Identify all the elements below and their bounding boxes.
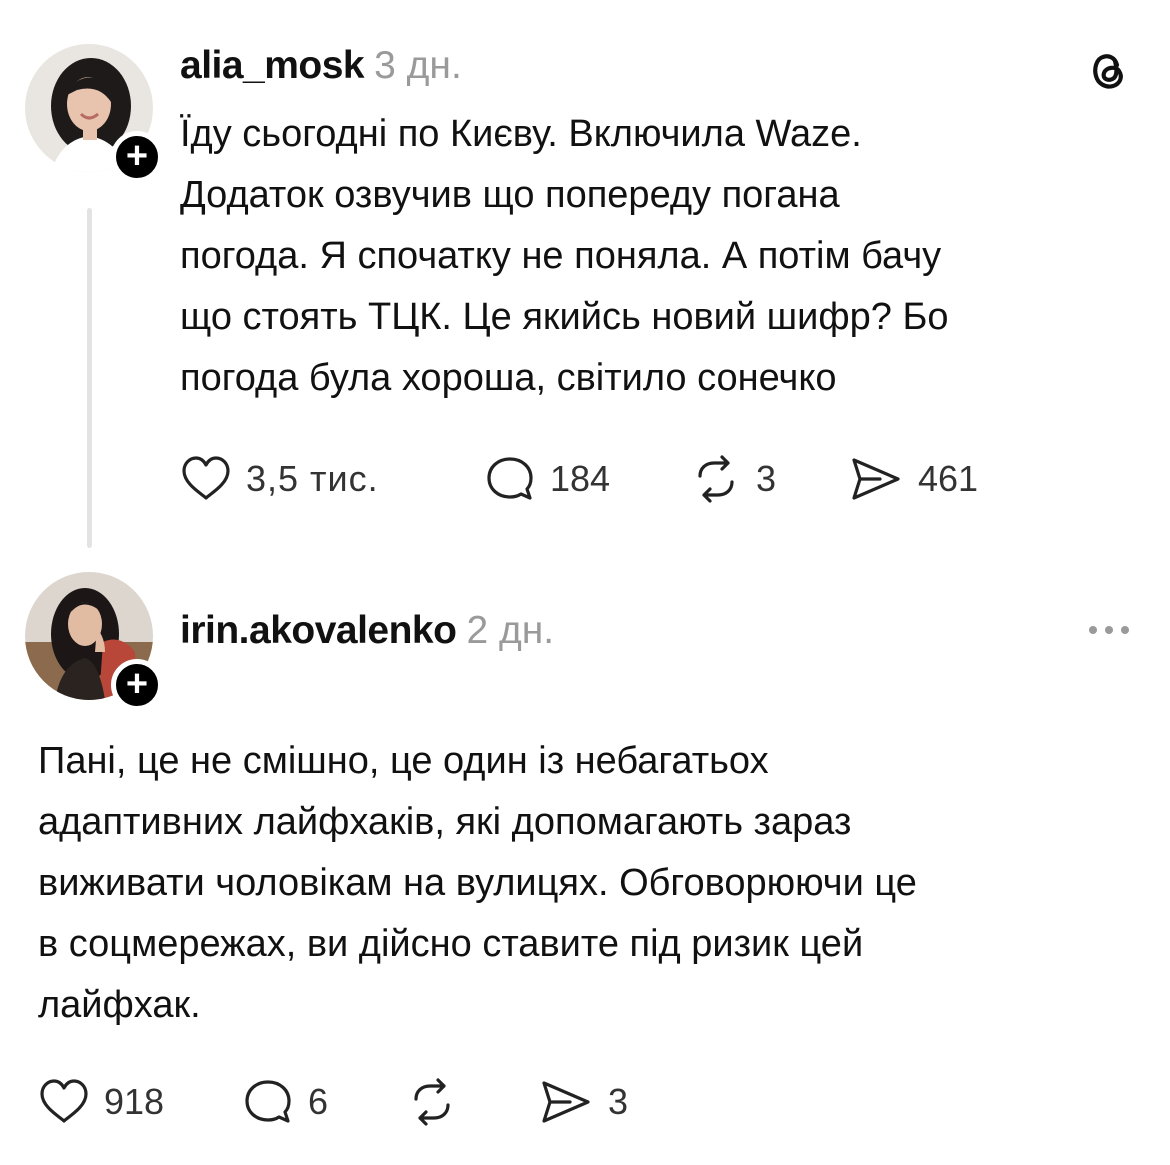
reply-text-line: адаптивних лайфхаків, які допомагають за… <box>38 801 852 843</box>
reply-text-line: Пані, це не смішно, це один із небагатьо… <box>38 740 769 782</box>
comment-icon <box>487 457 533 500</box>
repost-count: 3 <box>756 458 777 499</box>
post-header: alia_mosk 3 дн. <box>180 44 462 88</box>
post-text-line: що стоять ТЦК. Це якийсь новий шифр? Бо <box>180 296 949 338</box>
comment-icon <box>245 1080 291 1123</box>
post-text-line: Їду сьогодні по Києву. Включила Waze. <box>180 113 862 155</box>
follow-button-alia-mosk[interactable]: + <box>111 131 163 183</box>
reply-username[interactable]: irin.akovalenko <box>180 609 457 652</box>
reply-actions: 918 6 3 <box>38 1077 738 1127</box>
reply-comment-button[interactable]: 6 <box>242 1077 328 1127</box>
like-count: 3,5 тис. <box>246 458 379 499</box>
post-text-line: Додаток озвучив що попереду погана <box>180 174 840 216</box>
share-icon <box>542 1081 590 1123</box>
reply-text-line: виживати чоловікам на вулицях. Обговорюю… <box>38 862 917 904</box>
comment-button[interactable]: 184 <box>484 454 610 504</box>
share-button[interactable]: 461 <box>848 454 978 504</box>
share-count: 461 <box>918 458 979 499</box>
reply-text-line: лайфхак. <box>38 984 201 1026</box>
post-text: Їду сьогодні по Києву. Включила Waze. До… <box>180 104 949 409</box>
post-actions: 3,5 тис. 184 3 461 <box>180 454 1080 504</box>
thread-connector-line <box>87 208 92 548</box>
more-options-icon[interactable] <box>1085 615 1133 645</box>
reply-repost-button[interactable] <box>406 1077 458 1127</box>
reply-comment-count: 6 <box>308 1081 329 1122</box>
heart-icon <box>40 1079 88 1123</box>
post-time: 3 дн. <box>374 44 462 87</box>
reply-header: irin.akovalenko 2 дн. <box>180 609 554 653</box>
comment-count: 184 <box>550 458 611 499</box>
threads-logo-icon[interactable] <box>1082 43 1134 95</box>
reply-like-count: 918 <box>104 1081 165 1122</box>
heart-icon <box>182 456 230 500</box>
reply-like-button[interactable]: 918 <box>38 1077 164 1127</box>
follow-button-irin-akovalenko[interactable]: + <box>111 659 163 711</box>
reply-share-count: 3 <box>608 1081 629 1122</box>
repost-button[interactable]: 3 <box>690 454 776 504</box>
post-username[interactable]: alia_mosk <box>180 44 365 87</box>
share-icon <box>852 458 900 500</box>
reply-text: Пані, це не смішно, це один із небагатьо… <box>38 731 917 1036</box>
like-button[interactable]: 3,5 тис. <box>180 454 379 504</box>
post-text-line: погода. Я спочатку не поняла. А потім ба… <box>180 235 942 277</box>
post-text-line: погода була хороша, світило сонечко <box>180 357 837 399</box>
repost-icon <box>698 455 734 503</box>
reply-text-line: в соцмережах, ви дійсно ставите під ризи… <box>38 923 864 965</box>
repost-icon <box>414 1078 450 1126</box>
reply-time: 2 дн. <box>466 609 555 652</box>
reply-share-button[interactable]: 3 <box>538 1077 628 1127</box>
